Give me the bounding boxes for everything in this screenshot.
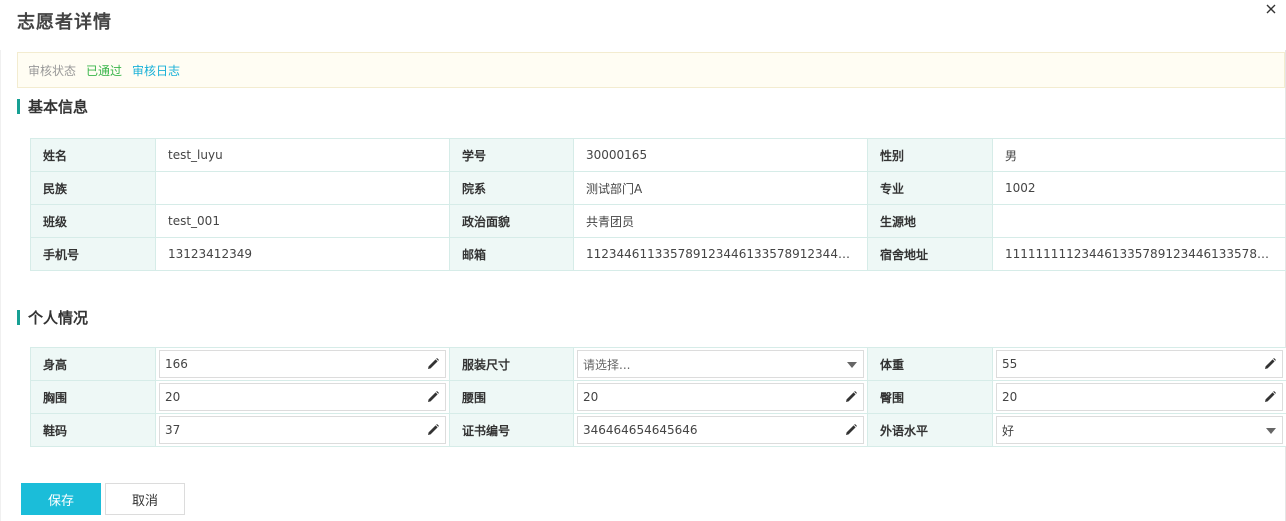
input-value: 55 xyxy=(1002,357,1018,371)
audit-log-link[interactable]: 审核日志 xyxy=(132,62,180,79)
field-label: 服装尺寸 xyxy=(449,347,574,381)
save-button[interactable]: 保存 xyxy=(21,483,101,515)
field-label: 学号 xyxy=(449,138,574,172)
text-input[interactable]: 55 xyxy=(996,350,1283,378)
form-row: 胸围 20 腰围 20 臀围 20 xyxy=(30,380,1286,414)
field-value: 30000165 xyxy=(573,138,868,172)
pencil-icon[interactable] xyxy=(844,423,858,437)
field-label: 胸围 xyxy=(30,380,156,414)
text-input[interactable]: 20 xyxy=(996,383,1283,411)
field-label: 宿舍地址 xyxy=(867,237,993,271)
section-title-text: 个人情况 xyxy=(28,309,89,327)
pencil-icon[interactable] xyxy=(426,357,440,371)
pencil-icon[interactable] xyxy=(426,423,440,437)
field-cell: 166 xyxy=(155,347,450,381)
field-label: 性别 xyxy=(867,138,993,172)
field-value: 1002 xyxy=(992,171,1286,205)
dialog-header: 志愿者详情 xyxy=(0,0,1286,40)
field-label: 政治面貌 xyxy=(449,204,574,238)
field-cell: 346464654645646 xyxy=(573,413,868,447)
field-label: 身高 xyxy=(30,347,156,381)
field-value xyxy=(155,171,450,205)
pencil-icon[interactable] xyxy=(1263,390,1277,404)
field-label: 民族 xyxy=(30,171,156,205)
pencil-icon[interactable] xyxy=(426,390,440,404)
text-input[interactable]: 20 xyxy=(577,383,864,411)
input-value: 20 xyxy=(165,390,181,404)
field-value: 测试部门A xyxy=(573,171,868,205)
audit-status-value: 已通过 xyxy=(86,63,123,78)
section-title-personal-info: 个人情况 xyxy=(17,307,88,328)
field-value: 共青团员 xyxy=(573,204,868,238)
dialog-left-border xyxy=(0,50,1,521)
table-row: 姓名 test_luyu 学号 30000165 性别男 xyxy=(30,138,1286,172)
select-field[interactable]: 好 xyxy=(996,416,1283,444)
input-value: 166 xyxy=(165,357,188,371)
section-title-text: 基本信息 xyxy=(28,98,89,116)
field-label: 体重 xyxy=(867,347,993,381)
field-label: 臀围 xyxy=(867,380,993,414)
field-label: 姓名 xyxy=(30,138,156,172)
form-row: 身高 166 服装尺寸 请选择... 体重 55 xyxy=(30,347,1286,381)
field-cell: 37 xyxy=(155,413,450,447)
input-value: 20 xyxy=(583,390,599,404)
field-label: 院系 xyxy=(449,171,574,205)
input-value: 20 xyxy=(1002,390,1018,404)
field-value: 13123412349 xyxy=(155,237,450,271)
select-field[interactable]: 请选择... xyxy=(577,350,864,378)
text-input[interactable]: 20 xyxy=(159,383,446,411)
audit-status-bar: 审核状态 已通过 审核日志 xyxy=(17,52,1285,88)
field-label: 腰围 xyxy=(449,380,574,414)
table-row: 手机号 13123412349 邮箱 112344611335789123446133… xyxy=(30,237,1286,271)
field-value: test_luyu xyxy=(155,138,450,172)
field-value: 1111111112344613357891234461335789123446… xyxy=(992,237,1286,271)
field-cell: 20 xyxy=(992,380,1286,414)
personal-info-form: 身高 166 服装尺寸 请选择... 体重 55 胸围 20 腰围 20 臀围 20 鞋码 37 证书编号 3… xyxy=(30,347,1286,447)
field-cell: 请选择... xyxy=(573,347,868,381)
text-input[interactable]: 166 xyxy=(159,350,446,378)
field-label: 证书编号 xyxy=(449,413,574,447)
pencil-icon[interactable] xyxy=(844,390,858,404)
field-label: 外语水平 xyxy=(867,413,993,447)
text-input[interactable]: 346464654645646 xyxy=(577,416,864,444)
field-value: test_001 xyxy=(155,204,450,238)
field-label: 鞋码 xyxy=(30,413,156,447)
field-cell: 55 xyxy=(992,347,1286,381)
table-row: 班级 test_001 政治面貌 共青团员 生源地 xyxy=(30,204,1286,238)
chevron-down-icon[interactable] xyxy=(847,362,857,368)
field-label: 班级 xyxy=(30,204,156,238)
basic-info-table: 姓名 test_luyu 学号 30000165 性别男民族 院系 测试部门A 专业 1002 班… xyxy=(30,138,1286,271)
chevron-down-icon[interactable] xyxy=(1266,428,1276,434)
field-label: 手机号 xyxy=(30,237,156,271)
select-value: 请选择... xyxy=(583,357,631,372)
field-label: 专业 xyxy=(867,171,993,205)
field-value: 男 xyxy=(992,138,1286,172)
field-cell: 好 xyxy=(992,413,1286,447)
field-value: 1123446113357891234461335789123446133578… xyxy=(573,237,868,271)
dialog-title: 志愿者详情 xyxy=(17,12,112,33)
text-input[interactable]: 37 xyxy=(159,416,446,444)
table-row: 民族 院系 测试部门A 专业 1002 xyxy=(30,171,1286,205)
section-title-basic-info: 基本信息 xyxy=(17,96,88,117)
form-row: 鞋码 37 证书编号 346464654645646 外语水平好 xyxy=(30,413,1286,447)
field-value xyxy=(992,204,1286,238)
cancel-button[interactable]: 取消 xyxy=(105,483,185,515)
input-value: 37 xyxy=(165,423,181,437)
field-cell: 20 xyxy=(155,380,450,414)
field-cell: 20 xyxy=(573,380,868,414)
select-value: 好 xyxy=(1002,423,1015,438)
section-accent-bar xyxy=(17,310,20,325)
section-accent-bar xyxy=(17,99,20,114)
close-icon[interactable] xyxy=(1264,2,1280,18)
field-label: 生源地 xyxy=(867,204,993,238)
field-label: 邮箱 xyxy=(449,237,574,271)
audit-status-label: 审核状态 xyxy=(28,63,77,78)
input-value: 346464654645646 xyxy=(583,423,698,437)
pencil-icon[interactable] xyxy=(1263,357,1277,371)
